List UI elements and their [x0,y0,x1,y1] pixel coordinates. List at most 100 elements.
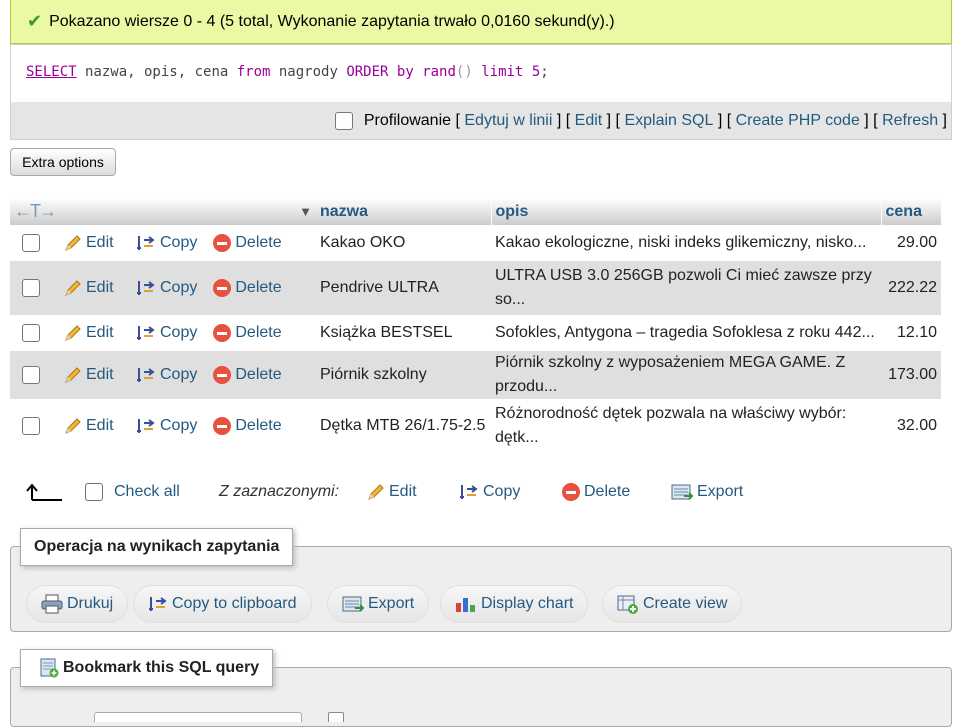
row-edit-link[interactable]: Edit [86,234,114,251]
selected-export-label[interactable]: Export [697,483,743,501]
create-view-button[interactable]: Create view [602,585,743,623]
row-delete-link[interactable]: Delete [235,324,281,341]
cell-nazwa[interactable]: Książka BESTSEL [316,315,491,351]
sort-down-icon[interactable]: ▼ [299,204,312,219]
cell-cena[interactable]: 32.00 [881,399,941,453]
row-checkbox[interactable] [22,416,40,435]
row-delete[interactable]: Delete [213,323,282,342]
row-edit-link[interactable]: Edit [86,366,114,383]
multi-row-actions: Check all Z zaznaczonymi: Edit Copy Dele… [24,478,924,506]
row-checkbox[interactable] [22,323,40,342]
row-delete[interactable]: Delete [213,416,282,435]
row-checkbox[interactable] [22,233,40,252]
profiling-checkbox[interactable] [334,112,353,130]
checkmark-icon: ✔ [27,11,43,31]
selected-delete-button[interactable]: Delete [562,483,630,501]
copy-icon [137,280,155,295]
sql-keyword-select[interactable]: SELECT [26,64,77,80]
row-checkbox[interactable] [22,278,40,297]
row-copy-link[interactable]: Copy [160,234,197,251]
selected-copy-button[interactable]: Copy [459,483,520,501]
cell-opis[interactable]: Sofokles, Antygona – tragedia Sofoklesa … [491,315,881,351]
row-edit[interactable]: Edit [60,399,136,453]
explain-sql-link[interactable]: Explain SQL [624,112,713,130]
row-edit-link[interactable]: Edit [86,279,114,296]
row-copy[interactable]: Copy [136,366,197,383]
printer-icon [41,594,63,614]
table-header-row: ←T→ ▼ nazwa opis cena [10,198,941,225]
row-copy[interactable]: Copy [136,324,197,341]
export-results-button[interactable]: Export [327,585,430,623]
column-arrows-header[interactable]: ←T→ [10,198,136,225]
check-all-label[interactable]: Check all [114,483,180,501]
cell-opis[interactable]: ULTRA USB 3.0 256GB pozwoli Ci mieć zaws… [491,261,881,315]
copy-to-clipboard-button[interactable]: Copy to clipboard [133,585,312,623]
row-edit[interactable]: Edit [60,351,136,399]
cell-opis[interactable]: Różnorodność dętek pozwala na właściwy w… [491,399,881,453]
cell-opis[interactable]: Piórnik szkolny z wyposażeniem MEGA GAME… [491,351,881,399]
check-all-checkbox[interactable] [85,483,103,501]
sql-table: nagrody [270,64,347,80]
row-delete-link[interactable]: Delete [235,234,281,251]
refresh-link[interactable]: Refresh [882,112,938,130]
cell-nazwa[interactable]: Piórnik szkolny [316,351,491,399]
row-copy-delete: Copy Delete [136,351,316,399]
bar-chart-icon [456,598,475,612]
sort-by-cena-link[interactable]: cena [886,203,922,220]
cell-nazwa[interactable]: Dętka MTB 26/1.75-2.5 [316,399,491,453]
create-php-code-link[interactable]: Create PHP code [736,112,860,130]
selected-copy-label[interactable]: Copy [483,483,520,501]
cell-cena[interactable]: 29.00 [881,225,941,261]
column-header-opis[interactable]: opis [490,198,881,225]
check-all[interactable]: Check all [85,483,180,501]
row-checkbox[interactable] [22,365,40,384]
row-delete[interactable]: Delete [213,233,282,252]
row-edit-link[interactable]: Edit [86,417,114,434]
with-selected-label: Z zaznaczonymi: [219,483,339,501]
table-row: Edit Copy Delete Pendrive ULTRA ULTRA USB 3.… [10,261,941,315]
bookmark-label-input[interactable] [94,712,302,722]
copy-to-clipboard-label: Copy to clipboard [172,595,297,612]
row-edit[interactable]: Edit [60,315,136,351]
edit-query-link[interactable]: Edit [575,112,603,130]
print-button[interactable]: Drukuj [26,585,129,623]
profiling-label: Profilowanie [363,112,452,129]
row-copy-link[interactable]: Copy [160,324,197,341]
row-delete[interactable]: Delete [213,365,282,384]
cell-cena[interactable]: 173.00 [881,351,941,399]
row-delete-link[interactable]: Delete [235,417,281,434]
row-copy-delete: Copy Delete [136,225,316,261]
column-header-cena[interactable]: cena [880,198,941,225]
bookmark-option-checkbox[interactable] [328,712,344,722]
row-edit[interactable]: Edit [60,225,136,261]
row-edit-link[interactable]: Edit [86,324,114,341]
cell-nazwa[interactable]: Kakao OKO [316,225,491,261]
row-delete-link[interactable]: Delete [235,366,281,383]
row-delete-link[interactable]: Delete [235,279,281,296]
row-copy[interactable]: Copy [136,417,197,434]
display-chart-button[interactable]: Display chart [440,585,589,623]
sql-code[interactable]: SELECT nazwa, opis, cena from nagrody OR… [11,45,951,102]
row-copy-link[interactable]: Copy [160,417,197,434]
cell-opis[interactable]: Kakao ekologiczne, niski indeks glikemic… [491,225,881,261]
sort-by-nazwa-link[interactable]: nazwa [320,203,368,220]
row-copy-link[interactable]: Copy [160,279,197,296]
row-edit[interactable]: Edit [60,261,136,315]
inline-edit-link[interactable]: Edytuj w linii [464,112,552,130]
bookmark-icon [40,658,59,678]
row-copy[interactable]: Copy [136,234,197,251]
selected-export-button[interactable]: Export [671,483,743,501]
sort-by-opis-link[interactable]: opis [496,203,529,220]
selected-delete-label[interactable]: Delete [584,483,630,501]
row-copy-link[interactable]: Copy [160,366,197,383]
cell-cena[interactable]: 222.22 [881,261,941,315]
cell-cena[interactable]: 12.10 [881,315,941,351]
row-delete[interactable]: Delete [213,278,282,297]
column-header-nazwa[interactable]: nazwa [316,198,491,225]
selected-edit-button[interactable]: Edit [367,483,417,501]
sort-header[interactable]: ▼ [136,198,316,225]
row-copy[interactable]: Copy [136,279,197,296]
extra-options-button[interactable]: Extra options [10,148,116,176]
selected-edit-label[interactable]: Edit [389,483,417,501]
cell-nazwa[interactable]: Pendrive ULTRA [316,261,491,315]
